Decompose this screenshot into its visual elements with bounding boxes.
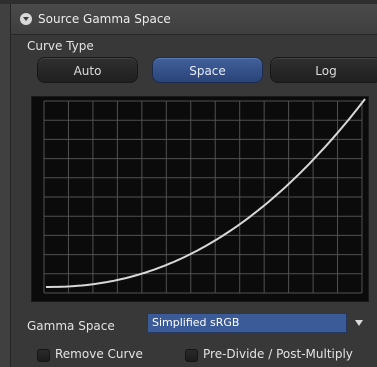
curve-type-space-button[interactable]: Space — [152, 57, 263, 83]
gamma-space-select[interactable]: Simplified sRGB — [147, 313, 347, 333]
section-title: Source Gamma Space — [38, 12, 171, 26]
remove-curve-checkbox[interactable]: Remove Curve — [37, 347, 157, 363]
chevron-down-icon[interactable] — [20, 13, 32, 25]
gamma-curve-graph — [43, 98, 366, 294]
gamma-space-label: Gamma Space — [27, 319, 115, 333]
pre-divide-label: Pre-Divide / Post-Multiply — [203, 347, 353, 361]
curve-type-log-button[interactable]: Log — [270, 57, 377, 83]
curve-type-auto-button[interactable]: Auto — [37, 57, 138, 83]
checkbox-box[interactable] — [185, 349, 198, 362]
pre-divide-checkbox[interactable]: Pre-Divide / Post-Multiply — [185, 347, 370, 363]
checkbox-box[interactable] — [37, 349, 50, 362]
section-header[interactable]: Source Gamma Space — [11, 4, 377, 35]
gamma-curve-display — [31, 96, 369, 302]
curve-type-label: Curve Type — [27, 39, 94, 53]
dropdown-arrow-icon[interactable] — [355, 320, 363, 326]
curve-grid — [43, 100, 363, 294]
gamma-curve-line — [46, 98, 366, 288]
remove-curve-label: Remove Curve — [55, 347, 143, 361]
